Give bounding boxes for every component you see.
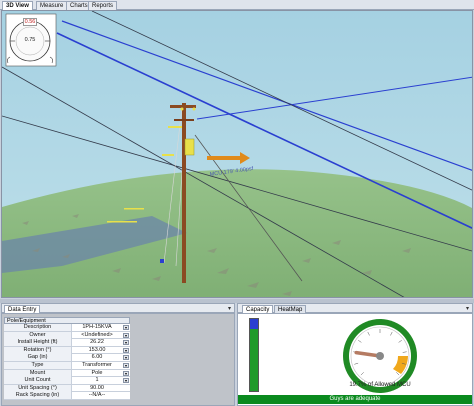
table-row: Install Height (ft) 26.22 ▾ [4, 339, 130, 347]
insulator [180, 107, 184, 111]
tab-measure[interactable]: Measure [36, 1, 68, 10]
crossarm-lower [174, 119, 194, 121]
property-value[interactable]: 90.00 [73, 385, 121, 392]
property-label: Install Height (ft) [4, 339, 72, 347]
view-tab-bar: 3D View Measure Charts Reports [0, 0, 474, 10]
pole [182, 103, 186, 283]
dropdown-button[interactable]: ▾ [123, 325, 129, 330]
dropdown-button[interactable]: ▾ [123, 370, 129, 376]
property-value[interactable]: Pole [73, 370, 121, 377]
property-value[interactable]: 1PH-15KVA [73, 324, 121, 331]
dropdown-button[interactable]: ▾ [123, 362, 129, 368]
capacity-header: Capacity HeatMap ▾ [237, 303, 473, 313]
property-value[interactable]: 153.00 [73, 347, 121, 354]
tab-3d-view[interactable]: 3D View [2, 1, 33, 10]
property-label: Gap (in) [4, 354, 72, 362]
table-row: Type Transformer ▾ [4, 361, 130, 370]
insulator [192, 107, 196, 111]
property-value[interactable]: 1 [73, 377, 121, 384]
tab-heatmap[interactable]: HeatMap [274, 305, 307, 313]
property-value[interactable]: Transformer [73, 362, 121, 369]
property-label: Description [4, 324, 72, 331]
property-label: Rotation (°) [4, 346, 72, 354]
table-row: Description 1PH-15KVA ▾ [4, 324, 130, 332]
app-window: 3D View Measure Charts Reports MCU 179' … [0, 0, 474, 406]
transformer [184, 138, 195, 156]
table-row: Rotation (°) 153.00 ▾ [4, 346, 130, 355]
dropdown-button[interactable]: ▾ [123, 347, 129, 353]
dropdown-button[interactable]: ▾ [123, 355, 129, 361]
property-label: Owner [4, 331, 72, 339]
tab-data-entry[interactable]: Data Entry [4, 305, 41, 313]
dropdown-button[interactable]: ▾ [123, 332, 129, 338]
ground-anchor [160, 259, 164, 263]
tab-reports[interactable]: Reports [88, 1, 118, 10]
property-value[interactable]: --N/A-- [73, 392, 121, 399]
table-row: Mount Pole ▾ [4, 369, 130, 378]
property-value[interactable]: 26.22 [73, 339, 121, 346]
gauge-text: 19.7% of Allowed MCU [349, 382, 411, 388]
dropdown-button[interactable]: ▾ [123, 378, 129, 384]
property-label: Type [4, 361, 72, 369]
data-entry-header: Data Entry ▾ [1, 303, 235, 313]
dropdown-button[interactable]: ▾ [123, 340, 129, 346]
property-label: Rack Spacing (in) [4, 392, 72, 400]
capacity-bar [249, 318, 259, 392]
status-bar: Guys are adequate [238, 395, 472, 404]
tab-capacity[interactable]: Capacity [242, 305, 274, 313]
property-value[interactable]: <Undefined> [73, 332, 121, 339]
table-row: Gap (in) 6.00 ▾ [4, 354, 130, 362]
table-row: Unit Spacing (°) 90.00 [4, 384, 130, 393]
property-label: Mount [4, 369, 72, 377]
property-value[interactable]: 6.00 [73, 354, 121, 361]
property-label: Unit Spacing (°) [4, 384, 72, 392]
crossarm [170, 105, 196, 108]
table-row: Unit Count 1 ▾ [4, 377, 130, 385]
data-entry-panel: Pole/Equipment Description 1PH-15KVA ▾ Owne… [1, 313, 235, 406]
3d-viewport[interactable]: MCU 179' 4.00psf 0.56 0.75 [1, 10, 473, 298]
table-row: Owner <Undefined> ▾ [4, 331, 130, 340]
compass-top-value: 0.56 [23, 18, 37, 26]
table-row: Rack Spacing (in) --N/A-- [4, 392, 130, 400]
property-grid: Description 1PH-15KVA ▾ Owner <Undefined> ▾ In… [4, 324, 130, 400]
capacity-bar-top [250, 319, 258, 329]
section-header: Pole/Equipment [4, 317, 130, 324]
property-label: Unit Count [4, 377, 72, 385]
compass-center-value: 0.75 [24, 37, 36, 43]
capacity-panel: 19.7% of Allowed MCU Guys are adequate [237, 313, 473, 406]
data-entry-dropdown-icon[interactable]: ▾ [228, 305, 231, 313]
capacity-dropdown-icon[interactable]: ▾ [466, 305, 469, 313]
